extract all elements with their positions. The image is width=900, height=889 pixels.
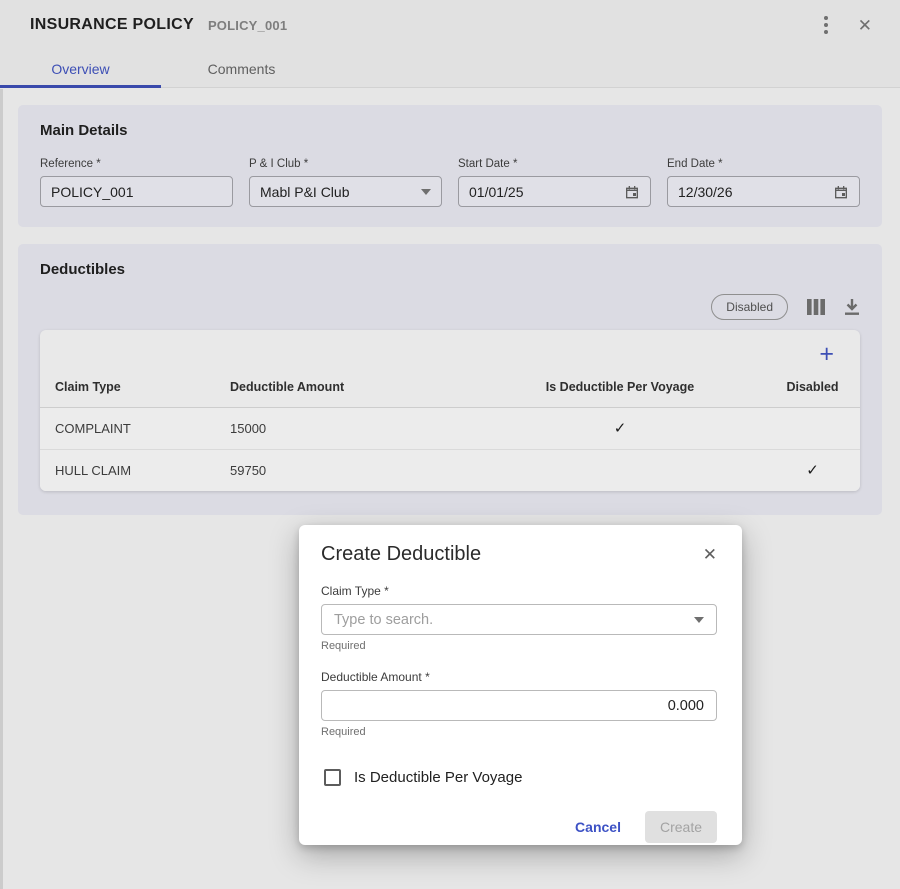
close-icon[interactable]: ✕ (858, 17, 872, 34)
start-date-input[interactable] (469, 184, 624, 200)
deductibles-table-body: COMPLAINT15000✓HULL CLAIM59750✓ (40, 408, 860, 492)
tab-overview-label: Overview (51, 61, 109, 77)
deductibles-table-card: + Claim Type Deductible Amount Is Deduct… (40, 330, 860, 491)
deductibles-panel: Deductibles Disabled + Claim Type (18, 244, 882, 515)
reference-field-group: Reference * (40, 158, 233, 207)
columns-icon[interactable] (807, 299, 825, 315)
dialog-header: INSURANCE POLICY POLICY_001 ✕ (0, 0, 900, 50)
claim-type-input[interactable] (334, 612, 694, 628)
table-row[interactable]: COMPLAINT15000✓ (40, 408, 860, 450)
col-header-deductible-amount[interactable]: Deductible Amount (215, 366, 475, 408)
pi-club-field-group: P & I Club * Mabl P&I Club (249, 158, 442, 207)
deductibles-toolbar: Disabled (40, 294, 860, 320)
left-edge-strip (0, 89, 3, 889)
col-header-is-deductible-per-voyage[interactable]: Is Deductible Per Voyage (475, 366, 765, 408)
create-deductible-dialog: Create Deductible ✕ Claim Type * Require… (299, 525, 742, 845)
pi-club-select[interactable]: Mabl P&I Club (249, 176, 442, 207)
end-date-label: End Date * (667, 158, 860, 170)
tab-comments-label: Comments (208, 61, 276, 77)
dialog-title: Create Deductible (321, 543, 481, 566)
col-header-disabled[interactable]: Disabled (765, 366, 860, 408)
start-date-label: Start Date * (458, 158, 651, 170)
reference-input[interactable] (51, 184, 222, 200)
cell-is-deductible-per-voyage: ✓ (475, 408, 765, 450)
deductibles-title: Deductibles (40, 261, 860, 278)
claim-type-combobox[interactable] (321, 604, 717, 635)
deductible-amount-input[interactable] (334, 698, 704, 714)
deductibles-table: Claim Type Deductible Amount Is Deductib… (40, 366, 860, 491)
calendar-icon[interactable] (833, 184, 849, 200)
chevron-down-icon[interactable] (694, 617, 704, 623)
main-details-panel: Main Details Reference * P & I Club * Ma… (18, 105, 882, 227)
cell-deductible-amount: 59750 (215, 450, 475, 492)
download-icon[interactable] (844, 299, 860, 316)
claim-type-required-hint: Required (321, 640, 717, 652)
policy-reference-subtitle: POLICY_001 (208, 18, 287, 33)
end-date-field-group: End Date * (667, 158, 860, 207)
cell-is-deductible-per-voyage (475, 450, 765, 492)
is-deductible-per-voyage-checkbox[interactable] (324, 769, 341, 786)
pi-club-value: Mabl P&I Club (260, 184, 349, 200)
chevron-down-icon (421, 189, 431, 195)
cell-claim-type: HULL CLAIM (40, 450, 215, 492)
tab-overview[interactable]: Overview (0, 50, 161, 87)
page-title: INSURANCE POLICY (30, 16, 194, 34)
reference-label: Reference * (40, 158, 233, 170)
cell-claim-type: COMPLAINT (40, 408, 215, 450)
main-details-title: Main Details (40, 122, 860, 139)
start-date-field-group: Start Date * (458, 158, 651, 207)
create-button[interactable]: Create (645, 811, 717, 843)
add-deductible-button[interactable]: + (819, 344, 834, 364)
tab-comments[interactable]: Comments (161, 50, 322, 87)
cell-deductible-amount: 15000 (215, 408, 475, 450)
end-date-input[interactable] (678, 184, 833, 200)
table-row[interactable]: HULL CLAIM59750 ✓ (40, 450, 860, 492)
calendar-icon[interactable] (624, 184, 640, 200)
kebab-menu-icon[interactable] (820, 12, 832, 38)
deductible-amount-label: Deductible Amount * (321, 670, 717, 684)
col-header-claim-type[interactable]: Claim Type (40, 366, 215, 408)
tab-bar: Overview Comments (0, 50, 900, 88)
is-deductible-per-voyage-label: Is Deductible Per Voyage (354, 769, 522, 786)
claim-type-label: Claim Type * (321, 584, 717, 598)
cell-disabled (765, 408, 860, 450)
disabled-filter-chip[interactable]: Disabled (711, 294, 788, 320)
cancel-button[interactable]: Cancel (575, 819, 621, 835)
deductible-amount-required-hint: Required (321, 726, 717, 738)
pi-club-label: P & I Club * (249, 158, 442, 170)
dialog-close-icon[interactable]: ✕ (703, 546, 717, 563)
cell-disabled: ✓ (765, 450, 860, 492)
